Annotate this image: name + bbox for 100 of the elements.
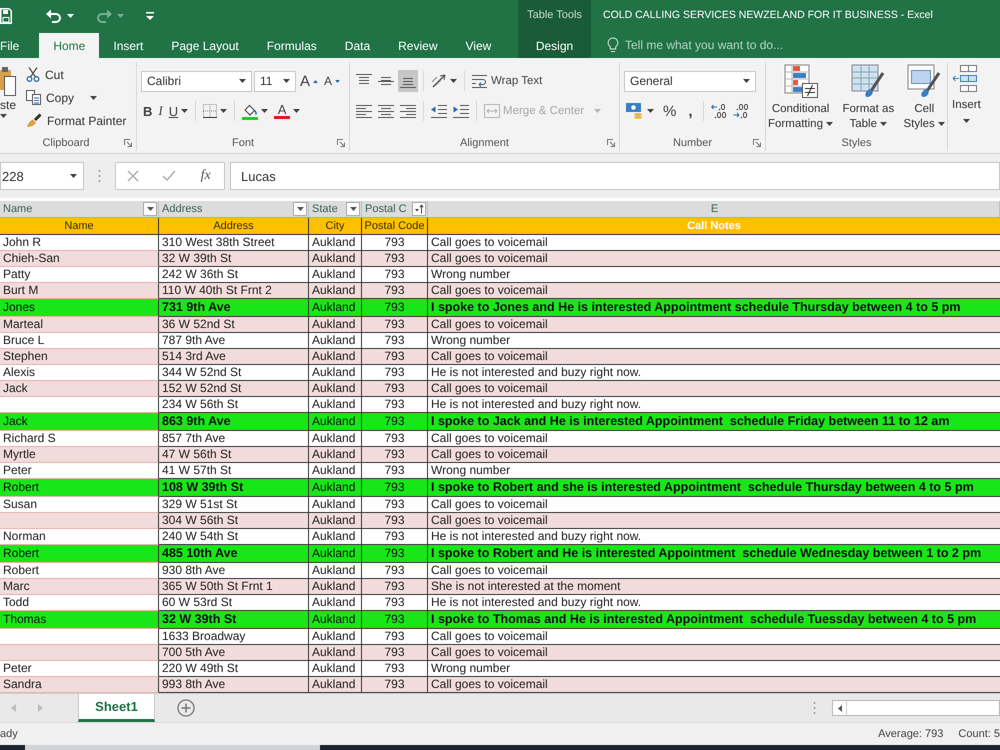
filter-button[interactable] xyxy=(293,202,307,216)
splitter-handle-icon[interactable] xyxy=(813,701,816,715)
align-middle-icon xyxy=(378,74,394,88)
copy-button[interactable]: Copy xyxy=(26,88,126,107)
diagonal-arrow-icon xyxy=(431,73,447,89)
font-color-button[interactable]: A xyxy=(272,100,302,122)
column-header[interactable]: Name xyxy=(3,203,32,215)
ribbon-tab[interactable]: Formulas xyxy=(252,33,331,58)
group-label: Clipboard xyxy=(42,137,90,149)
caret-icon xyxy=(296,207,304,211)
cell-brush-icon xyxy=(907,64,942,98)
dialog-launcher-icon[interactable] xyxy=(607,139,615,147)
dialog-launcher-icon[interactable] xyxy=(124,139,132,147)
caret-icon xyxy=(826,122,834,126)
align-bottom-button[interactable] xyxy=(398,70,418,92)
money-coins-icon xyxy=(626,103,644,119)
caret-icon xyxy=(880,122,888,126)
status-mode: ady xyxy=(0,728,18,740)
lightbulb-icon xyxy=(607,36,619,52)
underline-bar-icon xyxy=(274,116,290,119)
paste-button[interactable]: ste xyxy=(0,62,20,135)
scissors-icon xyxy=(26,67,40,82)
wrap-text-button[interactable]: Wrap Text xyxy=(470,70,544,92)
ribbon-tab[interactable]: Page Layout xyxy=(157,33,253,58)
caret-icon xyxy=(293,109,300,113)
indent-left-arrow-icon xyxy=(431,104,447,118)
ribbon-tab[interactable]: Home xyxy=(39,33,100,58)
status-average: Average: 793 xyxy=(878,728,944,740)
splitter-handle-icon[interactable] xyxy=(98,169,101,183)
copy-icon xyxy=(26,90,41,105)
column-header[interactable]: E xyxy=(710,203,718,215)
percent-style-button[interactable]: % xyxy=(658,100,682,122)
grow-font-button[interactable]: A xyxy=(298,70,320,92)
caret-icon xyxy=(90,96,98,100)
font-size-field[interactable]: 11 xyxy=(254,70,296,92)
status-count: Count: 5 xyxy=(958,728,1000,740)
up-triangle-icon xyxy=(313,80,318,82)
sort-filter-icon xyxy=(414,204,424,214)
ribbon-tab[interactable]: File xyxy=(0,33,40,58)
filter-button[interactable] xyxy=(143,202,157,216)
shrink-font-button[interactable]: A xyxy=(322,70,342,92)
group-label: Alignment xyxy=(460,137,509,149)
caret-icon xyxy=(117,14,124,18)
ribbon-tab[interactable]: Data xyxy=(330,33,384,58)
column-header[interactable]: Postal C xyxy=(365,203,407,215)
filter-button[interactable] xyxy=(412,202,426,216)
format-painter-button[interactable]: Format Painter xyxy=(26,111,126,130)
ribbon-tab[interactable]: Insert xyxy=(99,33,158,58)
filter-button[interactable] xyxy=(346,202,360,216)
contextual-group-label: Table Tools xyxy=(527,8,582,23)
customize-icon xyxy=(146,12,154,20)
dialog-launcher-icon[interactable] xyxy=(753,139,761,147)
column-header[interactable]: Address xyxy=(162,203,202,215)
caret-icon xyxy=(938,122,945,126)
caret-icon xyxy=(350,207,356,211)
indent-right-arrow-icon xyxy=(453,104,469,118)
comma-style-button[interactable]: , xyxy=(683,100,698,122)
horizontal-scrollbar[interactable] xyxy=(832,700,1000,716)
table-brush-icon xyxy=(851,64,886,98)
name-box[interactable]: 228 xyxy=(0,162,84,190)
conditional-formatting-button[interactable]: Conditional Formatting xyxy=(768,62,834,135)
insert-function-button[interactable]: fx xyxy=(198,168,213,184)
insert-cells-button[interactable]: Insert xyxy=(952,62,981,151)
down-triangle-icon xyxy=(335,80,340,82)
italic-button[interactable]: I xyxy=(156,100,165,122)
group-label: Styles xyxy=(842,137,872,149)
left-triangle-icon xyxy=(11,704,16,712)
caret-icon xyxy=(146,207,154,211)
merge-cells-icon xyxy=(484,104,500,118)
caret-icon xyxy=(450,79,457,83)
format-as-table-button[interactable]: Format as Table xyxy=(842,62,894,135)
caret-icon xyxy=(594,109,602,113)
ribbon-tab[interactable]: Design xyxy=(524,33,586,58)
cell-styles-button[interactable]: Cell Styles xyxy=(903,62,945,135)
checkmark-icon xyxy=(162,170,176,182)
redo-icon xyxy=(96,8,112,22)
decimal-left-arrow-icon xyxy=(710,103,727,119)
sheet-tab[interactable]: Sheet1 xyxy=(78,694,155,722)
bold-button[interactable]: B xyxy=(141,100,154,122)
ribbon-tab[interactable]: Review xyxy=(384,33,452,58)
align-center-icon xyxy=(378,104,394,118)
underline-button[interactable]: U xyxy=(166,100,190,122)
column-header[interactable]: State xyxy=(312,203,338,215)
group-label: Font xyxy=(232,137,254,149)
undo-icon xyxy=(46,8,62,22)
caret-icon xyxy=(70,174,77,178)
plus-circle-icon xyxy=(177,699,195,717)
caret-icon xyxy=(647,109,654,113)
accounting-format-button[interactable] xyxy=(624,100,656,122)
dialog-launcher-icon[interactable] xyxy=(337,139,345,147)
caret-icon xyxy=(743,79,750,83)
cut-button[interactable]: Cut xyxy=(26,65,126,84)
font-name-field[interactable]: Calibri xyxy=(141,70,252,92)
right-triangle-icon xyxy=(38,704,43,712)
caret-icon xyxy=(239,79,246,83)
ribbon-tab[interactable]: View xyxy=(452,33,506,58)
align-right-icon xyxy=(400,104,416,118)
number-format-field[interactable]: General xyxy=(624,70,756,92)
formula-field[interactable]: Lucas xyxy=(230,162,1000,190)
tell-me-field[interactable]: Tell me what you want to do... xyxy=(625,36,815,54)
